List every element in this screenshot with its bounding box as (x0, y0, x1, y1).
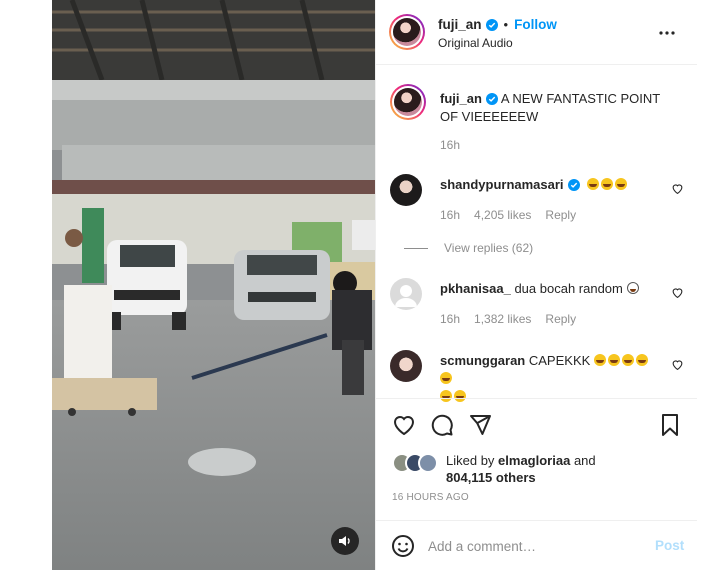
reply-button[interactable]: Reply (545, 312, 576, 326)
header-separator: • (503, 17, 509, 32)
view-replies-button[interactable]: View replies (62) (404, 241, 533, 255)
default-avatar-icon (395, 285, 417, 307)
post-comment-button[interactable]: Post (655, 538, 684, 553)
comment-item: shandypurnamasari 16h 4,205 likes Reply Vi… (390, 174, 686, 264)
laughing-emoji-icon (607, 354, 620, 366)
post-side-panel: fuji_an • Follow Original Audio fuji_an A … (375, 0, 697, 570)
comment-like-icon[interactable] (671, 182, 684, 195)
verified-badge-icon (485, 19, 498, 31)
comment-like-icon[interactable] (671, 286, 684, 299)
liked-by-username[interactable]: elmagloriaa (498, 453, 570, 468)
instagram-post-modal: fuji_an • Follow Original Audio fuji_an A … (0, 0, 720, 574)
author-username[interactable]: fuji_an (438, 17, 482, 32)
post-header: fuji_an • Follow Original Audio (376, 0, 697, 65)
smile-emoji-icon (626, 282, 639, 294)
caption-row: fuji_an A NEW FANTASTIC POINT OF VIEEEEE… (390, 84, 686, 154)
comment-emojis (587, 177, 629, 192)
caption-meta: 16h (440, 138, 474, 152)
caption-age: 16h (440, 138, 461, 152)
video-frame (52, 0, 375, 570)
comment-text: dua bocah random (514, 281, 623, 296)
comment-likes-count[interactable]: 1,382 likes (474, 312, 531, 326)
commenter-avatar[interactable] (390, 278, 422, 310)
comment-meta: 16h 1,382 likes Reply (440, 312, 590, 326)
likes-others-count[interactable]: 804,115 others (446, 470, 536, 485)
comment-item: scmunggaran CAPEKKK (390, 350, 686, 402)
comment-likes-count[interactable]: 4,205 likes (474, 208, 531, 222)
liker-avatar (418, 453, 438, 473)
verified-badge-icon (485, 93, 498, 105)
reply-button[interactable]: Reply (545, 208, 576, 222)
commenter-avatar[interactable] (390, 174, 422, 206)
comment-username[interactable]: scmunggaran (440, 353, 525, 368)
verified-badge-icon (567, 179, 580, 191)
replies-divider (404, 248, 428, 250)
comment-username[interactable]: shandypurnamasari (440, 177, 564, 192)
bookmark-icon[interactable] (658, 413, 682, 437)
comment-text-block: shandypurnamasari (440, 176, 665, 194)
view-replies-label: View replies (62) (444, 241, 534, 255)
comment-item: pkhanisaa_ dua bocah random 16h 1,382 lik… (390, 278, 686, 338)
comment-text: CAPEKKK (528, 353, 591, 368)
backdrop-right (696, 0, 720, 574)
comment-like-icon[interactable] (671, 358, 684, 371)
video-player[interactable] (52, 0, 375, 570)
mute-button[interactable] (331, 527, 359, 555)
laughing-emoji-icon (593, 354, 606, 366)
comment-icon[interactable] (430, 413, 454, 437)
commenter-avatar[interactable] (390, 350, 422, 382)
more-options-icon[interactable] (658, 24, 676, 42)
comment-input[interactable] (428, 535, 638, 557)
post-actions: Liked by elmagloriaa and 804,115 others … (376, 398, 697, 520)
comment-age: 16h (440, 312, 461, 326)
comment-composer: Post (376, 520, 697, 570)
comment-text-block: pkhanisaa_ dua bocah random (440, 280, 665, 298)
liked-by-and: and (573, 453, 596, 468)
emoji-icon[interactable] (391, 534, 415, 558)
author-avatar[interactable] (389, 14, 425, 50)
laughing-emoji-icon (635, 354, 648, 366)
heart-icon[interactable] (392, 413, 416, 437)
laughing-emoji-icon (440, 372, 452, 384)
follow-button[interactable]: Follow (514, 17, 557, 32)
liked-by-text: Liked by elmagloriaa and 804,115 others (446, 452, 676, 486)
backdrop-left (0, 0, 52, 574)
caption-avatar[interactable] (390, 84, 426, 120)
comments-list[interactable]: fuji_an A NEW FANTASTIC POINT OF VIEEEEE… (376, 66, 697, 402)
caption-username[interactable]: fuji_an (440, 91, 482, 106)
comment-age: 16h (440, 208, 461, 222)
speaker-icon (339, 536, 350, 546)
liked-by-prefix: Liked by (446, 453, 495, 468)
audio-link[interactable]: Original Audio (438, 36, 513, 50)
laughing-emoji-icon (601, 178, 614, 190)
post-timestamp[interactable]: 16 HOURS AGO (392, 492, 469, 503)
laughing-emoji-icon (621, 354, 634, 366)
author-line: fuji_an • Follow (438, 16, 557, 34)
comment-meta: 16h 4,205 likes Reply (440, 208, 590, 222)
comment-username[interactable]: pkhanisaa_ (440, 281, 511, 296)
laughing-emoji-icon (587, 178, 600, 190)
liked-by-avatars[interactable] (392, 453, 448, 473)
share-icon[interactable] (468, 413, 492, 437)
laughing-emoji-icon (615, 178, 628, 190)
caption-text-block: fuji_an A NEW FANTASTIC POINT OF VIEEEEE… (440, 90, 680, 126)
